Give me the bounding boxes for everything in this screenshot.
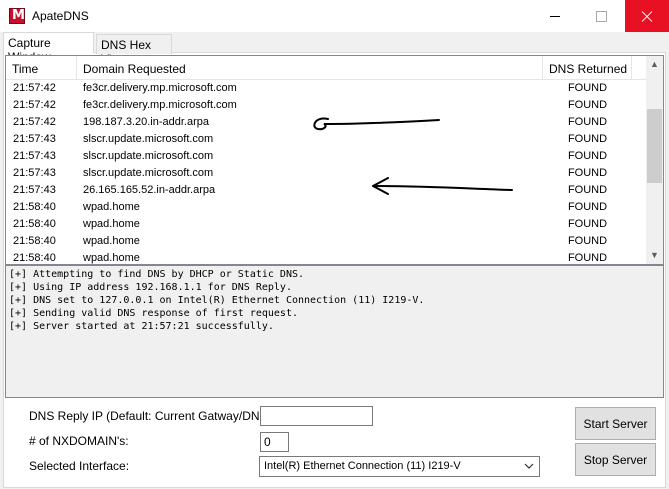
table-row[interactable]: 21:57:42 fe3cr.delivery.mp.microsoft.com F…	[6, 80, 646, 97]
cell-domain: 26.165.165.52.in-addr.arpa	[83, 184, 216, 196]
scrollbar-thumb[interactable]	[647, 109, 662, 183]
apatedns-app-icon	[9, 8, 25, 24]
cell-domain: wpad.home	[83, 252, 140, 264]
cell-dns-returned: FOUND	[567, 201, 608, 213]
cell-domain: 198.187.3.20.in-addr.arpa	[83, 116, 209, 128]
chevron-up-icon[interactable]: ▲	[646, 56, 663, 73]
cell-time: 21:58:40	[13, 235, 56, 247]
cell-dns-returned: FOUND	[567, 133, 608, 145]
status-log: [+] Attempting to find DNS by DHCP or St…	[5, 265, 664, 398]
cell-dns-returned: FOUND	[567, 99, 608, 111]
cell-domain: fe3cr.delivery.mp.microsoft.com	[83, 82, 237, 94]
dns-reply-ip-label: DNS Reply IP (Default: Current Gatway/DN…	[29, 409, 275, 423]
cell-domain: wpad.home	[83, 201, 140, 213]
cell-dns-returned: FOUND	[567, 116, 608, 128]
cell-time: 21:57:42	[13, 99, 56, 111]
chevron-down-icon	[524, 463, 534, 469]
maximize-icon[interactable]	[578, 0, 624, 32]
cell-time: 21:58:40	[13, 252, 56, 264]
log-line: [+] Server started at 21:57:21 successfu…	[9, 321, 274, 332]
cell-dns-returned: FOUND	[567, 252, 608, 264]
dns-reply-ip-input[interactable]	[260, 406, 373, 426]
log-line: [+] Attempting to find DNS by DHCP or St…	[9, 269, 305, 280]
column-header-dns-returned[interactable]: DNS Returned	[543, 56, 632, 80]
cell-dns-returned: FOUND	[567, 82, 608, 94]
nxdomain-input[interactable]	[260, 432, 289, 452]
cell-time: 21:58:40	[13, 201, 56, 213]
chevron-down-icon[interactable]: ▼	[646, 247, 663, 264]
nxdomain-label: # of NXDOMAIN's:	[29, 434, 129, 448]
cell-domain: wpad.home	[83, 218, 140, 230]
cell-time: 21:57:42	[13, 82, 56, 94]
table-row[interactable]: 21:58:40 wpad.home FOUND	[6, 233, 646, 250]
title-bar: ApateDNS	[0, 0, 669, 32]
table-row[interactable]: 21:57:43 slscr.update.microsoft.com FOUND	[6, 131, 646, 148]
cell-domain: fe3cr.delivery.mp.microsoft.com	[83, 99, 237, 111]
cell-time: 21:57:43	[13, 133, 56, 145]
tab-capture-window[interactable]: Capture Window	[3, 32, 94, 64]
table-row[interactable]: 21:57:43 slscr.update.microsoft.com FOUND	[6, 165, 646, 182]
cell-time: 21:57:43	[13, 150, 56, 162]
log-line: [+] Sending valid DNS response of first …	[9, 308, 298, 319]
interface-select[interactable]: Intel(R) Ethernet Connection (11) I219-V	[259, 456, 540, 477]
cell-dns-returned: FOUND	[567, 184, 608, 196]
vertical-scrollbar[interactable]: ▲ ▼	[646, 56, 663, 264]
cell-domain: slscr.update.microsoft.com	[83, 150, 214, 162]
cell-domain: slscr.update.microsoft.com	[83, 133, 214, 145]
cell-domain: wpad.home	[83, 235, 140, 247]
log-line: [+] DNS set to 127.0.0.1 on Intel(R) Eth…	[9, 295, 425, 306]
start-server-button[interactable]: Start Server	[575, 407, 656, 440]
cell-domain: slscr.update.microsoft.com	[83, 167, 214, 179]
table-row[interactable]: 21:58:40 wpad.home FOUND	[6, 199, 646, 216]
window-title: ApateDNS	[32, 9, 89, 23]
cell-time: 21:57:43	[13, 167, 56, 179]
cell-dns-returned: FOUND	[567, 218, 608, 230]
cell-time: 21:58:40	[13, 218, 56, 230]
capture-table[interactable]: Time Domain Requested DNS Returned 21:57…	[5, 55, 664, 265]
cell-time: 21:57:42	[13, 116, 56, 128]
table-body: 21:57:42 fe3cr.delivery.mp.microsoft.com F…	[6, 80, 646, 264]
column-header-domain[interactable]: Domain Requested	[77, 56, 543, 80]
table-row[interactable]: 21:58:40 wpad.home FOUND	[6, 216, 646, 233]
cell-time: 21:57:43	[13, 184, 56, 196]
close-icon[interactable]	[625, 0, 669, 32]
minimize-icon[interactable]	[532, 0, 578, 32]
column-header-time[interactable]: Time	[6, 56, 77, 80]
table-row[interactable]: 21:57:42 198.187.3.20.in-addr.arpa FOUND	[6, 114, 646, 131]
table-row[interactable]: 21:57:43 slscr.update.microsoft.com FOUND	[6, 148, 646, 165]
table-header: Time Domain Requested DNS Returned	[6, 56, 646, 80]
cell-dns-returned: FOUND	[567, 150, 608, 162]
table-row[interactable]: 21:57:43 26.165.165.52.in-addr.arpa FOUND	[6, 182, 646, 199]
stop-server-button[interactable]: Stop Server	[575, 443, 656, 476]
table-row[interactable]: 21:58:40 wpad.home FOUND	[6, 250, 646, 264]
cell-dns-returned: FOUND	[567, 167, 608, 179]
selected-interface-label: Selected Interface:	[29, 459, 130, 473]
cell-dns-returned: FOUND	[567, 235, 608, 247]
log-line: [+] Using IP address 192.168.1.1 for DNS…	[9, 282, 292, 293]
interface-select-value: Intel(R) Ethernet Connection (11) I219-V	[264, 460, 461, 472]
table-row[interactable]: 21:57:42 fe3cr.delivery.mp.microsoft.com F…	[6, 97, 646, 114]
tab-dns-hex-view[interactable]: DNS Hex View	[96, 34, 172, 66]
